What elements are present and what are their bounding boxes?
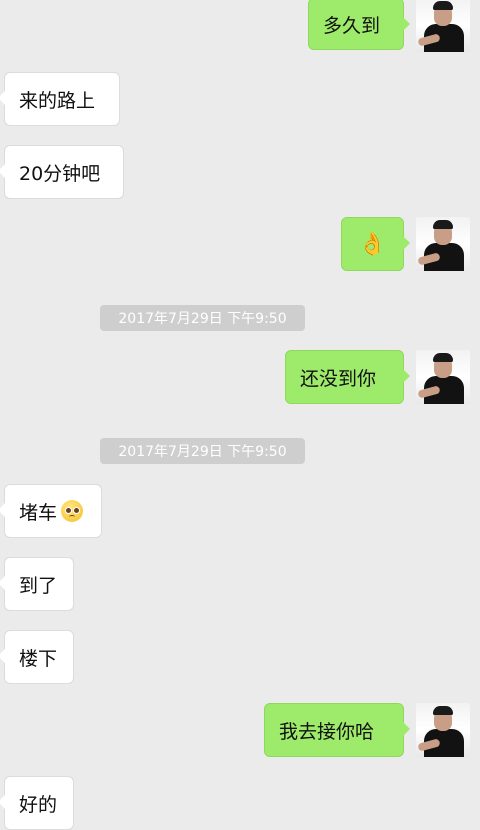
ok-hand-emoji-icon: 👌 [358,231,387,257]
sender-avatar[interactable] [416,703,470,757]
message-bubble-incoming[interactable]: 好的 [0,776,74,830]
sender-avatar[interactable] [416,217,470,271]
message-text: 楼下 [19,647,58,670]
message-bubble-outgoing[interactable]: 👌 [341,217,410,271]
timestamp-label: 2017年7月29日 下午9:50 [100,305,305,331]
message-text: 多久到 [323,14,381,37]
message-bubble-outgoing[interactable]: 还没到你 [285,350,410,404]
message-text: 20分钟吧 [19,162,101,185]
message-text: 来的路上 [19,89,96,112]
message-bubble-outgoing[interactable]: 我去接你哈 [264,703,410,757]
message-bubble-incoming[interactable]: 来的路上 [0,72,120,126]
message-bubble-incoming[interactable]: 堵车 [0,484,102,538]
timestamp-label: 2017年7月29日 下午9:50 [100,438,305,464]
message-bubble-incoming[interactable]: 楼下 [0,630,74,684]
sender-avatar[interactable] [416,0,470,52]
message-text: 我去接你哈 [279,720,375,743]
message-text: 还没到你 [300,367,377,390]
message-text: 堵车 [19,501,58,524]
message-text: 好的 [19,793,58,816]
flushed-face-emoji-icon [61,500,84,522]
sender-avatar[interactable] [416,350,470,404]
message-bubble-outgoing[interactable]: 多久到 [308,0,410,50]
message-text: 到了 [19,574,58,597]
message-bubble-incoming[interactable]: 20分钟吧 [0,145,124,199]
message-bubble-incoming[interactable]: 到了 [0,557,74,611]
